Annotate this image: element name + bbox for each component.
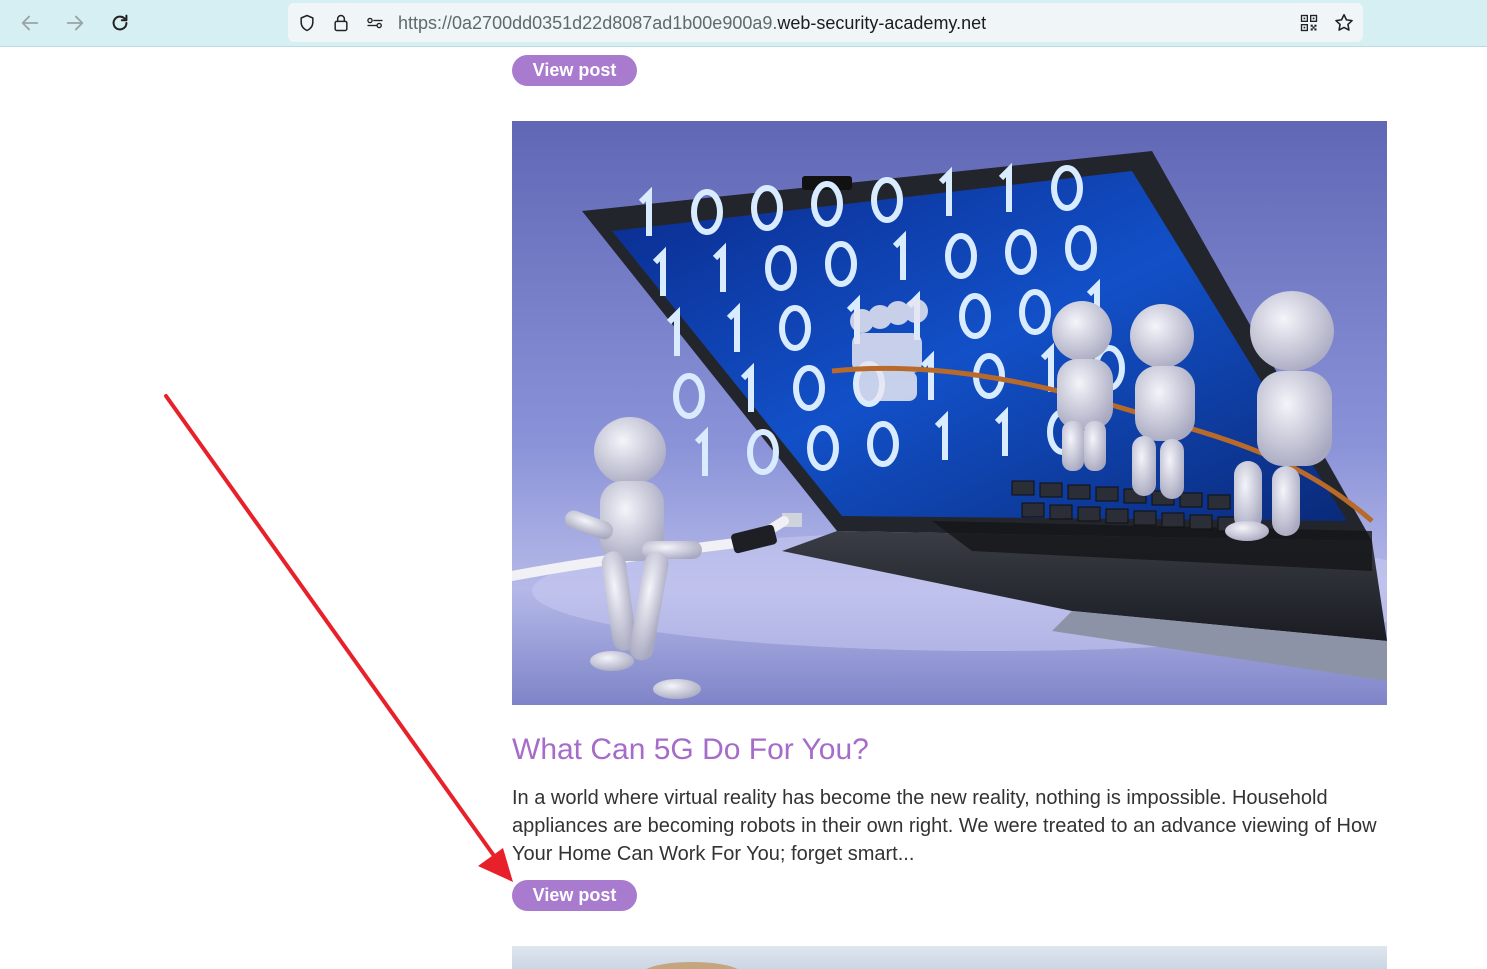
post-excerpt: In a world where virtual reality has bec… bbox=[512, 787, 1377, 865]
post-title[interactable]: What Can 5G Do For You? bbox=[512, 733, 869, 767]
post-image[interactable] bbox=[512, 121, 1387, 705]
back-arrow-icon bbox=[21, 15, 39, 31]
shield-icon[interactable] bbox=[296, 12, 318, 34]
forward-arrow-icon bbox=[66, 15, 84, 31]
url-text[interactable]: https://0a2700dd0351d22d8087ad1b00e900a9… bbox=[398, 13, 986, 34]
star-icon[interactable] bbox=[1333, 12, 1355, 34]
address-bar[interactable]: https://0a2700dd0351d22d8087ad1b00e900a9… bbox=[288, 3, 1363, 42]
permissions-icon[interactable] bbox=[364, 12, 386, 34]
view-post-button[interactable]: View post bbox=[512, 880, 637, 911]
forward-button[interactable] bbox=[60, 8, 90, 38]
lock-icon[interactable] bbox=[330, 12, 352, 34]
reload-icon bbox=[112, 14, 128, 31]
url-domain: web-security-academy.net bbox=[777, 13, 987, 33]
url-prefix: https://0a2700dd0351d22d8087ad1b00e900a9… bbox=[398, 13, 778, 33]
reload-button[interactable] bbox=[105, 8, 135, 38]
back-button[interactable] bbox=[15, 8, 45, 38]
browser-toolbar: https://0a2700dd0351d22d8087ad1b00e900a9… bbox=[0, 0, 1487, 47]
view-post-button-previous[interactable]: View post bbox=[512, 55, 637, 86]
qr-code-icon[interactable] bbox=[1298, 12, 1320, 34]
post-illustration bbox=[512, 121, 1387, 705]
next-post-image[interactable] bbox=[512, 946, 1387, 969]
